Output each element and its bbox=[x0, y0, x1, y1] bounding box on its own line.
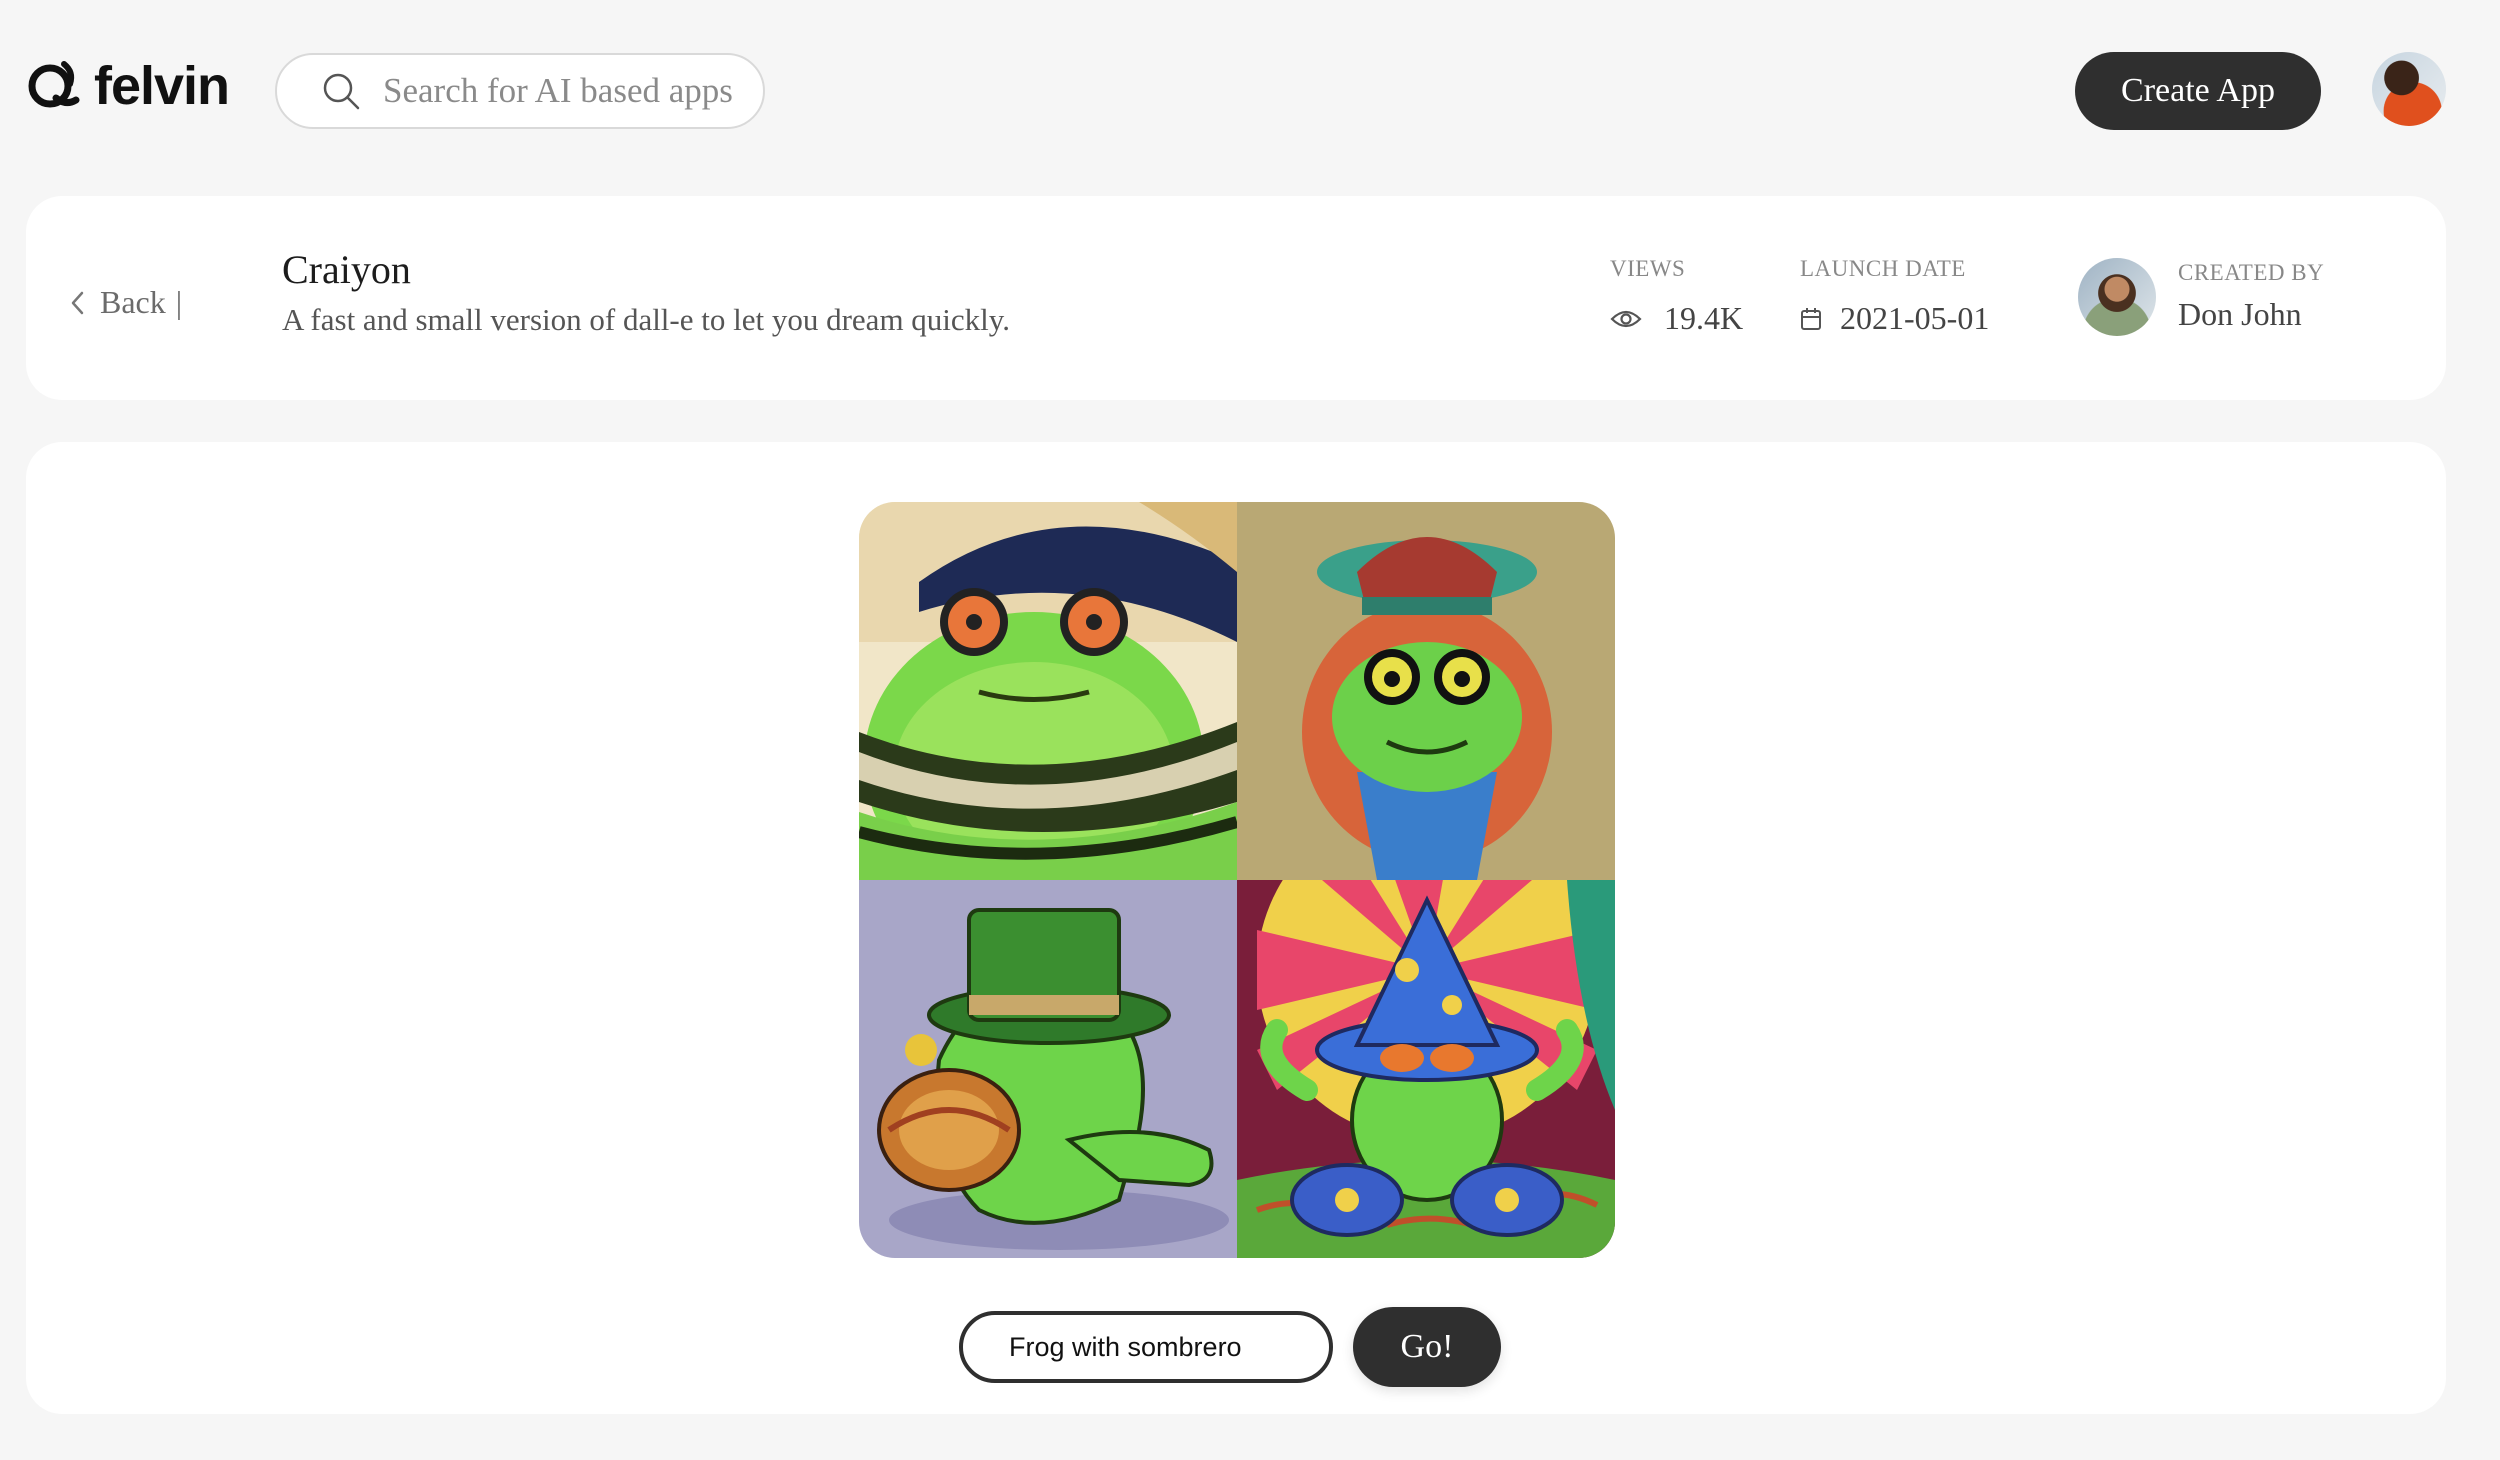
create-app-button[interactable]: Create App bbox=[2075, 52, 2321, 130]
launch-date-label: LAUNCH DATE bbox=[1800, 256, 1966, 281]
search-icon bbox=[323, 73, 360, 110]
brand-name: felvin bbox=[94, 56, 230, 116]
back-label: Back bbox=[100, 284, 166, 320]
app-description: A fast and small version of dall-e to le… bbox=[282, 302, 1011, 337]
user-avatar[interactable] bbox=[2372, 52, 2446, 126]
launch-date-stat: 2021-05-01 bbox=[1800, 300, 1989, 337]
launch-date-value: 2021-05-01 bbox=[1840, 300, 1990, 336]
views-label: VIEWS bbox=[1610, 256, 1686, 281]
search-bar[interactable] bbox=[275, 53, 765, 129]
app-title: Craiyon bbox=[282, 247, 411, 292]
back-link[interactable]: Back | bbox=[70, 284, 182, 321]
chevron-left-icon bbox=[71, 291, 84, 314]
go-button[interactable]: Go! bbox=[1353, 1307, 1501, 1387]
back-separator: | bbox=[175, 284, 183, 320]
eye-icon bbox=[1610, 310, 1642, 327]
created-by-label: CREATED BY bbox=[2178, 260, 2325, 285]
creator-name[interactable]: Don John bbox=[2178, 296, 2302, 333]
generated-image-grid bbox=[859, 502, 1615, 1258]
brand-logo[interactable]: felvin bbox=[26, 56, 230, 116]
prompt-input[interactable] bbox=[959, 1311, 1333, 1383]
search-input[interactable] bbox=[381, 70, 745, 112]
generator-card: Go! bbox=[26, 442, 2446, 1414]
generated-image-2[interactable] bbox=[1237, 502, 1615, 880]
generated-image-4[interactable] bbox=[1237, 880, 1615, 1258]
views-stat: 19.4K bbox=[1610, 300, 1743, 337]
felvin-logo-icon bbox=[28, 61, 80, 108]
app-info-card: Back | Craiyon A fast and small version … bbox=[26, 196, 2446, 400]
calendar-icon bbox=[1801, 307, 1821, 330]
generated-image-1[interactable] bbox=[859, 502, 1237, 880]
creator-avatar[interactable] bbox=[2078, 258, 2156, 336]
generated-image-3[interactable] bbox=[859, 880, 1237, 1258]
views-value: 19.4K bbox=[1664, 300, 1744, 336]
